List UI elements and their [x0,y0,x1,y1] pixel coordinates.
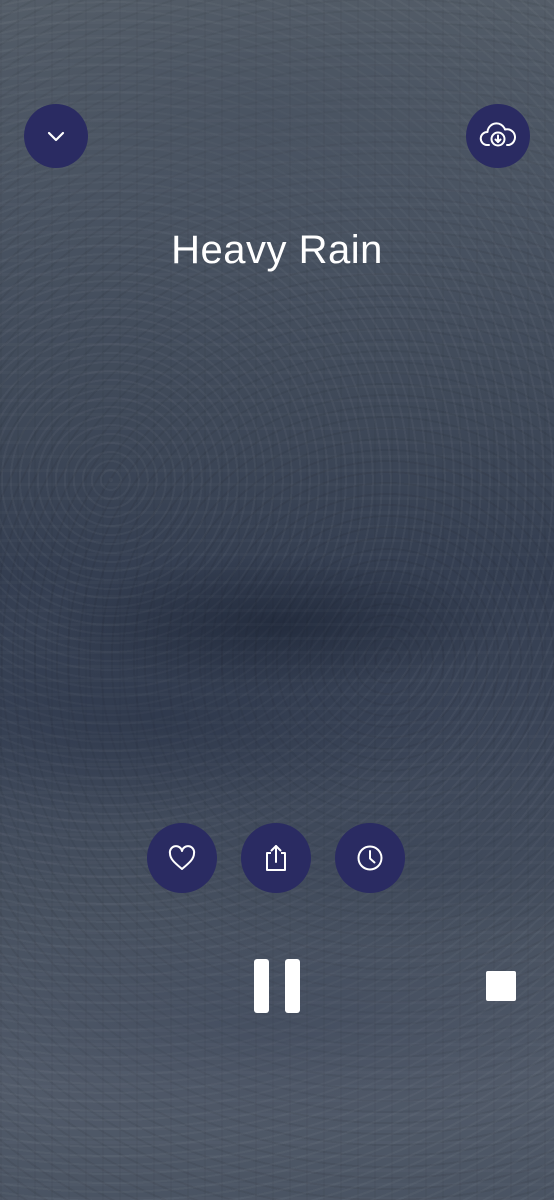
pause-icon-left-bar [254,959,269,1013]
stop-button[interactable] [486,971,516,1001]
sleep-timer-button[interactable] [335,823,405,893]
clock-icon [357,845,383,871]
download-button[interactable] [466,104,530,168]
heart-icon [168,845,196,870]
favorite-button[interactable] [147,823,217,893]
background-image [0,0,554,1200]
share-icon [266,845,286,871]
chevron-down-icon [47,131,65,142]
share-button[interactable] [241,823,311,893]
track-title: Heavy Rain [171,228,383,272]
collapse-button[interactable] [24,104,88,168]
cloud-download-icon [479,122,516,147]
pause-icon-right-bar [285,959,300,1013]
pause-button[interactable] [254,959,300,1013]
